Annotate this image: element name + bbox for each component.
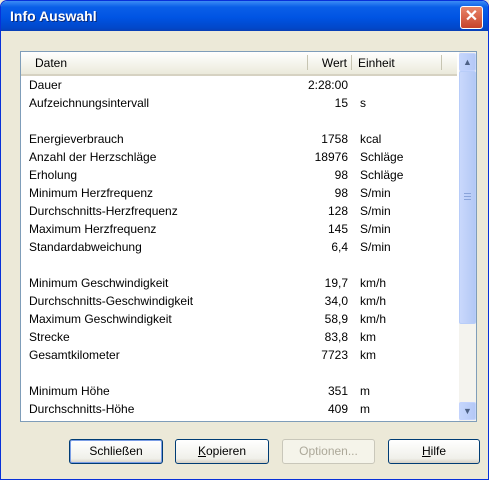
row-label: Minimum Geschwindigkeit <box>29 276 169 290</box>
copy-button-label: opieren <box>205 444 247 458</box>
table-row[interactable]: Anzahl der Herzschläge 18976 Schläge <box>21 148 457 166</box>
row-unit: S/min <box>360 186 391 200</box>
close-icon[interactable]: ✕ <box>460 6 483 29</box>
row-label: Durchschnitts-Höhe <box>29 402 135 416</box>
row-label: Aufzeichnungsintervall <box>29 96 150 110</box>
table-row[interactable]: Maximum Geschwindigkeit 58,9 km/h <box>21 310 457 328</box>
table-row[interactable]: Gesamtkilometer 7723 km <box>21 346 457 364</box>
row-label: Energieverbrauch <box>29 132 124 146</box>
row-label: Dauer <box>29 78 62 92</box>
column-header-value[interactable]: Wert <box>303 56 347 70</box>
row-unit: S/min <box>360 240 391 254</box>
column-header-unit[interactable]: Einheit <box>358 56 395 70</box>
table-row[interactable]: Minimum Geschwindigkeit 19,7 km/h <box>21 274 457 292</box>
row-value: 34,0 <box>324 294 348 308</box>
row-unit: km/h <box>360 276 387 290</box>
row-label: Strecke <box>29 330 70 344</box>
table-row[interactable] <box>21 364 457 382</box>
row-label: Gesamtkilometer <box>29 348 120 362</box>
copy-button[interactable]: Kopieren <box>175 439 269 464</box>
row-label: Minimum Höhe <box>29 384 110 398</box>
table-row[interactable]: Durchschnitts-Geschwindigkeit 34,0 km/h <box>21 292 457 310</box>
column-divider[interactable] <box>441 55 442 70</box>
vertical-scrollbar[interactable]: ▲ ▼ <box>459 52 476 421</box>
table-row[interactable]: Durchschnitts-Höhe 409 m <box>21 400 457 418</box>
table-row[interactable] <box>21 256 457 274</box>
row-label: Durchschnitts-Geschwindigkeit <box>29 294 194 308</box>
table-row[interactable]: Minimum Herzfrequenz 98 S/min <box>21 184 457 202</box>
row-value: 58,9 <box>324 312 348 326</box>
row-label: Minimum Herzfrequenz <box>29 186 154 200</box>
window-title: Info Auswahl <box>10 8 97 24</box>
help-button-label: ilfe <box>430 444 446 458</box>
row-value: 98 <box>334 168 348 182</box>
row-label: Durchschnitts-Herzfrequenz <box>29 204 178 218</box>
table-row[interactable]: Minimum Höhe 351 m <box>21 382 457 400</box>
options-button[interactable]: Optionen... <box>282 439 375 464</box>
row-label: Maximum Geschwindigkeit <box>29 312 172 326</box>
row-value: 145 <box>327 222 348 236</box>
row-unit: km <box>360 348 376 362</box>
table-row[interactable] <box>21 112 457 130</box>
row-label: Erholung <box>29 168 78 182</box>
column-divider[interactable] <box>351 55 352 70</box>
list-rows: Dauer 2:28:00 Aufzeichnungsintervall 15 s Ene… <box>21 76 457 418</box>
row-value: 1758 <box>321 132 348 146</box>
row-value: 19,7 <box>324 276 348 290</box>
table-row[interactable]: Standardabweichung 6,4 S/min <box>21 238 457 256</box>
close-button-label: Schließen <box>89 444 143 458</box>
row-value: 15 <box>334 96 348 110</box>
row-unit: km/h <box>360 312 387 326</box>
column-header-label[interactable]: Daten <box>35 56 67 70</box>
table-row[interactable]: Durchschnitts-Herzfrequenz 128 S/min <box>21 202 457 220</box>
row-unit: S/min <box>360 204 391 218</box>
row-value: 18976 <box>314 150 348 164</box>
title-bar[interactable]: Info Auswahl ✕ <box>1 1 488 31</box>
table-row[interactable]: Maximum Herzfrequenz 145 S/min <box>21 220 457 238</box>
scroll-down-icon[interactable]: ▼ <box>459 402 476 420</box>
help-button-mnemonic: H <box>421 444 431 458</box>
row-value: 6,4 <box>331 240 348 254</box>
row-unit: Schläge <box>360 150 404 164</box>
row-value: 98 <box>334 186 348 200</box>
row-value: 83,8 <box>324 330 348 344</box>
row-unit: m <box>360 402 370 416</box>
row-value: 2:28:00 <box>307 78 348 92</box>
scroll-thumb[interactable] <box>459 71 476 324</box>
row-unit: Schläge <box>360 168 404 182</box>
row-label: Maximum Herzfrequenz <box>29 222 157 236</box>
row-unit: S/min <box>360 222 391 236</box>
table-row[interactable]: Strecke 83,8 km <box>21 328 457 346</box>
scroll-up-icon[interactable]: ▲ <box>459 53 476 71</box>
row-unit: kcal <box>360 132 382 146</box>
row-unit: m <box>360 384 370 398</box>
close-button[interactable]: Schließen <box>69 439 163 464</box>
help-button[interactable]: Hilfe <box>388 439 480 464</box>
data-list[interactable]: Daten Wert Einheit Dauer 2:28:00 Aufzeichn… <box>20 51 477 422</box>
list-header: Daten Wert Einheit <box>21 52 457 76</box>
row-unit: km/h <box>360 294 387 308</box>
row-value: 409 <box>327 402 348 416</box>
row-value: 128 <box>327 204 348 218</box>
options-button-label: Optionen... <box>299 444 358 458</box>
row-label: Anzahl der Herzschläge <box>29 150 157 164</box>
table-row[interactable]: Erholung 98 Schläge <box>21 166 457 184</box>
row-label: Standardabweichung <box>29 240 142 254</box>
info-window: Info Auswahl ✕ Daten Wert Einheit Dauer 2… <box>0 0 489 480</box>
table-row[interactable]: Energieverbrauch 1758 kcal <box>21 130 457 148</box>
table-row[interactable]: Dauer 2:28:00 <box>21 76 457 94</box>
row-unit: km <box>360 330 376 344</box>
row-unit: s <box>360 96 366 110</box>
row-value: 351 <box>327 384 348 398</box>
row-value: 7723 <box>321 348 348 362</box>
table-row[interactable]: Aufzeichnungsintervall 15 s <box>21 94 457 112</box>
copy-button-mnemonic: K <box>197 444 206 458</box>
